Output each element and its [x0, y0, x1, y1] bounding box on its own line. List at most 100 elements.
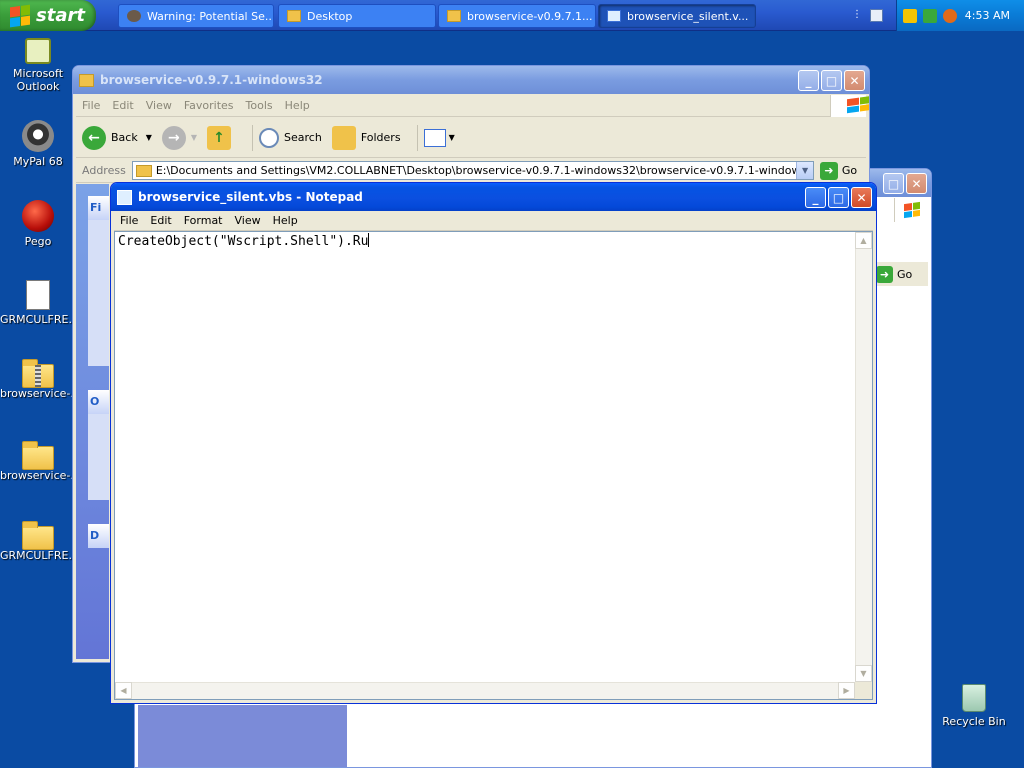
notepad-window[interactable]: browservice_silent.vbs - Notepad _ □ ✕ F…: [110, 182, 877, 704]
forward-arrow-icon: →: [161, 125, 186, 150]
back-button[interactable]: ← Back ▼: [82, 125, 152, 150]
menu-view[interactable]: View: [140, 99, 178, 112]
menu-file[interactable]: File: [114, 214, 144, 227]
chevron-down-icon[interactable]: ▼: [191, 133, 197, 142]
notepad-icon: [117, 189, 132, 205]
horizontal-scrollbar[interactable]: ◀ ▶: [115, 682, 855, 699]
desktop-icon-label: browservice-...: [0, 469, 81, 482]
menu-format[interactable]: Format: [178, 214, 229, 227]
desktop-icon-recycle-bin[interactable]: Recycle Bin: [936, 684, 1012, 728]
recycle-bin-icon: [962, 684, 986, 712]
keyboard-icon[interactable]: [870, 9, 883, 22]
close-button[interactable]: ✕: [844, 70, 865, 91]
chevron-down-icon[interactable]: ▼: [146, 133, 152, 142]
search-tray-icon[interactable]: [943, 8, 957, 23]
desktop-icon-mypal[interactable]: MyPal 68: [0, 120, 76, 168]
up-button[interactable]: ↑: [207, 125, 236, 150]
taskbar-item-browservice-folder[interactable]: browservice-v0.9.7.1...: [438, 4, 596, 28]
search-label: Search: [284, 131, 322, 144]
xp-logo: [894, 198, 928, 222]
task-pane-box: O: [88, 390, 109, 500]
taskbar: start Warning: Potential Se... Desktop b…: [0, 0, 1024, 31]
menu-help[interactable]: Help: [267, 214, 304, 227]
task-pane-header[interactable]: D: [88, 524, 109, 548]
task-pane-fragment: [138, 705, 347, 767]
folder-icon: [287, 10, 301, 22]
taskbar-item-label: Desktop: [307, 9, 353, 23]
menu-edit[interactable]: Edit: [144, 214, 177, 227]
menu-bar: File Edit View Favorites Tools Help: [76, 95, 869, 117]
desktop-icon-label: Microsoft Outlook: [12, 67, 64, 93]
network-icon[interactable]: [923, 8, 937, 23]
title-bar[interactable]: browservice-v0.9.7.1-windows32 _ □ ✕: [73, 66, 869, 94]
menu-tools[interactable]: Tools: [240, 99, 279, 112]
vertical-scrollbar[interactable]: ▲ ▼: [855, 232, 872, 682]
close-button[interactable]: ✕: [851, 187, 872, 208]
task-pane-header[interactable]: O: [88, 390, 109, 414]
mypal-icon: [22, 120, 54, 152]
desktop-icon-outlook[interactable]: Microsoft Outlook: [0, 38, 76, 93]
taskbar-item-desktop[interactable]: Desktop: [278, 4, 436, 28]
chevron-down-icon[interactable]: ▼: [796, 162, 813, 179]
folders-label: Folders: [360, 131, 401, 144]
task-pane-header[interactable]: Fi: [88, 196, 109, 220]
scroll-up-icon[interactable]: ▲: [855, 232, 872, 249]
views-icon: [423, 128, 446, 147]
folders-icon: [331, 125, 356, 150]
views-button[interactable]: ▼: [423, 128, 455, 147]
resize-grip[interactable]: [855, 682, 872, 699]
menu-view[interactable]: View: [229, 214, 267, 227]
start-button[interactable]: start: [0, 0, 96, 31]
desktop-icon-browservice-folder[interactable]: browservice-...: [0, 441, 81, 482]
maximize-button[interactable]: □: [828, 187, 849, 208]
search-button[interactable]: Search: [259, 127, 322, 148]
address-field[interactable]: E:\Documents and Settings\VM2.COLLABNET\…: [131, 161, 814, 180]
menu-help[interactable]: Help: [279, 99, 316, 112]
security-shield-icon[interactable]: [903, 8, 917, 23]
menu-file[interactable]: File: [76, 99, 106, 112]
folder-icon: [22, 521, 54, 550]
pego-icon: [22, 200, 54, 232]
text-caret: [368, 233, 370, 247]
desktop-icon-browservice-zip[interactable]: browservice-...: [0, 359, 81, 400]
folders-button[interactable]: Folders: [331, 125, 401, 150]
task-pane-box: Fi: [88, 196, 109, 366]
go-label: Go: [841, 164, 858, 177]
go-button[interactable]: ➜ Go: [819, 161, 858, 180]
clock[interactable]: 4:53 AM: [965, 9, 1010, 22]
go-arrow-icon: ➜: [876, 265, 893, 283]
desktop-icon-pego[interactable]: Pego: [0, 200, 76, 248]
scroll-left-icon[interactable]: ◀: [115, 682, 132, 699]
outlook-icon: [25, 38, 51, 64]
xp-logo: [830, 95, 869, 117]
folder-icon: [22, 441, 54, 470]
window-title: browservice-v0.9.7.1-windows32: [100, 73, 323, 87]
windows-flag-icon: [903, 201, 920, 219]
close-button[interactable]: ✕: [906, 173, 927, 194]
scroll-right-icon[interactable]: ▶: [838, 682, 855, 699]
go-button[interactable]: ➜ Go: [876, 262, 928, 286]
forward-button[interactable]: → ▼: [161, 125, 197, 150]
menu-favorites[interactable]: Favorites: [178, 99, 240, 112]
scroll-arrows-icon[interactable]: ⋮: [852, 9, 865, 22]
minimize-button[interactable]: _: [798, 70, 819, 91]
taskbar-item-warning[interactable]: Warning: Potential Se...: [118, 4, 274, 28]
text-editor[interactable]: CreateObject("Wscript.Shell").Ru ▲ ▼ ◀ ▶: [114, 231, 873, 700]
desktop-icon-grmculfre-folder[interactable]: GRMCULFRE...: [0, 521, 79, 562]
scroll-down-icon[interactable]: ▼: [855, 665, 872, 682]
toolbar-separator: [252, 124, 254, 151]
title-bar[interactable]: browservice_silent.vbs - Notepad _ □ ✕: [111, 183, 876, 211]
maximize-button[interactable]: □: [883, 173, 904, 194]
desktop-icon-grmculfre-program[interactable]: GRMCULFRE...: [0, 280, 79, 326]
editor-content[interactable]: CreateObject("Wscript.Shell").Ru: [118, 233, 370, 250]
minimize-button[interactable]: _: [805, 187, 826, 208]
toolbar-separator: [416, 124, 418, 151]
folder-icon: [447, 10, 461, 22]
menu-edit[interactable]: Edit: [106, 99, 139, 112]
chevron-down-icon: ▼: [448, 133, 455, 142]
desktop-icon-label: GRMCULFRE...: [0, 313, 79, 326]
task-pane: Fi O D: [76, 184, 109, 659]
raccoon-icon: [127, 10, 141, 22]
maximize-button[interactable]: □: [821, 70, 842, 91]
taskbar-item-notepad[interactable]: browservice_silent.v...: [598, 4, 756, 28]
